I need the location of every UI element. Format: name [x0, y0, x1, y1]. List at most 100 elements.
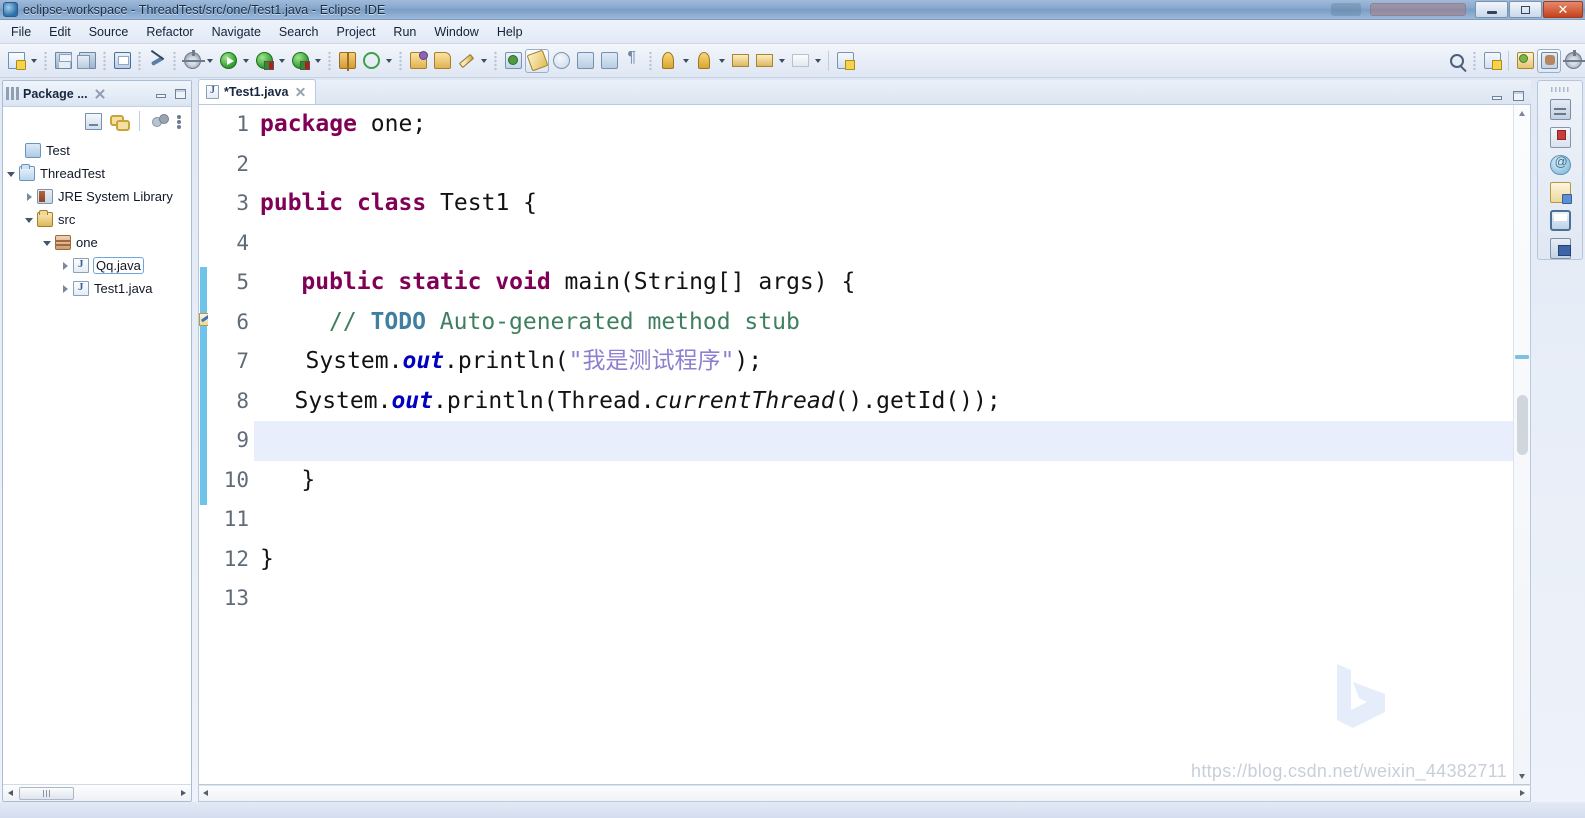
- run-as-button[interactable]: [252, 49, 276, 73]
- maximize-button[interactable]: [1509, 1, 1542, 18]
- menu-search[interactable]: Search: [270, 22, 328, 42]
- debug-button[interactable]: [180, 49, 205, 73]
- scroll-thumb[interactable]: [19, 786, 74, 800]
- scroll-thumb[interactable]: [1517, 395, 1528, 455]
- maximize-icon[interactable]: [172, 87, 188, 101]
- tab-test1-java[interactable]: *Test1.java: [198, 79, 317, 104]
- focus-on-active-task-icon[interactable]: [152, 113, 169, 130]
- code-line[interactable]: }: [260, 540, 1513, 580]
- tree-item-threadtest[interactable]: ThreadTest: [3, 162, 191, 185]
- scroll-left-icon[interactable]: [4, 787, 17, 800]
- edit-button[interactable]: [454, 49, 478, 73]
- close-icon[interactable]: [93, 87, 107, 101]
- tree-item-test[interactable]: Test: [3, 139, 191, 162]
- code-line[interactable]: package one;: [260, 105, 1513, 145]
- previous-annotation-button[interactable]: [621, 49, 645, 73]
- code-line[interactable]: System.out.println(Thread.currentThread(…: [260, 382, 1513, 422]
- open-resource-button[interactable]: [430, 49, 454, 73]
- tree-item-qq-java[interactable]: Qq.java: [3, 254, 191, 277]
- open-task-button[interactable]: [573, 49, 597, 73]
- next-member-dropdown[interactable]: [716, 49, 728, 73]
- new-package-button[interactable]: [406, 49, 430, 73]
- code-line[interactable]: [260, 421, 1513, 461]
- javadoc-view-icon[interactable]: [1549, 154, 1571, 176]
- code-line[interactable]: System.out.println("我是测试程序");: [260, 342, 1513, 382]
- forward-dropdown[interactable]: [812, 49, 824, 73]
- code-line[interactable]: [260, 145, 1513, 185]
- maximize-icon[interactable]: [1510, 89, 1527, 104]
- refresh-dropdown[interactable]: [383, 49, 395, 73]
- search-button[interactable]: [1445, 49, 1469, 73]
- twisty-closed-icon[interactable]: [59, 259, 72, 272]
- minimize-icon[interactable]: [153, 87, 169, 101]
- code-line[interactable]: public static void main(String[] args) {: [260, 263, 1513, 303]
- save-button[interactable]: [51, 49, 75, 73]
- close-icon[interactable]: [294, 86, 307, 99]
- code-area[interactable]: package one; public class Test1 { public…: [254, 105, 1513, 784]
- scroll-track[interactable]: [17, 786, 177, 800]
- twisty-open-icon[interactable]: [23, 213, 36, 226]
- external-tools-button[interactable]: [335, 49, 359, 73]
- code-line[interactable]: [260, 224, 1513, 264]
- back-dropdown[interactable]: [776, 49, 788, 73]
- run-dropdown[interactable]: [240, 49, 252, 73]
- minimize-icon[interactable]: [1489, 89, 1506, 104]
- twisty-open-icon[interactable]: [41, 236, 54, 249]
- menu-run[interactable]: Run: [384, 22, 425, 42]
- save-all-button[interactable]: [75, 49, 99, 73]
- editor-vertical-scrollbar[interactable]: [1513, 105, 1530, 784]
- twisty-closed-icon[interactable]: [23, 190, 36, 203]
- refresh-button[interactable]: [359, 49, 383, 73]
- next-member-button[interactable]: [692, 49, 716, 73]
- menu-source[interactable]: Source: [80, 22, 138, 42]
- rail-drag-handle[interactable]: [1551, 87, 1569, 92]
- code-line[interactable]: }: [260, 461, 1513, 501]
- open-perspective-button[interactable]: [833, 49, 857, 73]
- close-button[interactable]: ✕: [1543, 1, 1583, 18]
- back-history-button[interactable]: [752, 49, 776, 73]
- code-line[interactable]: [260, 500, 1513, 540]
- collapse-all-icon[interactable]: [85, 112, 102, 130]
- new-class-button[interactable]: [501, 49, 525, 73]
- link-with-editor-icon[interactable]: [110, 113, 130, 131]
- back-button[interactable]: [728, 49, 752, 73]
- debug-as-button[interactable]: [288, 49, 312, 73]
- tree-item-test1-java[interactable]: Test1.java: [3, 277, 191, 300]
- last-edit-dropdown[interactable]: [680, 49, 692, 73]
- perspective-extra-button[interactable]: [1561, 49, 1585, 73]
- servers-view-icon[interactable]: [1549, 238, 1571, 260]
- new-file-dropdown[interactable]: [28, 49, 40, 73]
- perspective-debug-button[interactable]: [1537, 48, 1561, 73]
- menu-edit[interactable]: Edit: [40, 22, 80, 42]
- editor-horizontal-scrollbar[interactable]: [198, 785, 1531, 802]
- scroll-up-icon[interactable]: [1514, 105, 1531, 120]
- scroll-right-icon[interactable]: [177, 787, 190, 800]
- toggle-mark-occurrences-button[interactable]: [525, 48, 549, 73]
- code-line[interactable]: // TODO Auto-generated method stub: [260, 303, 1513, 343]
- print-button[interactable]: [110, 49, 134, 73]
- code-line[interactable]: [260, 579, 1513, 619]
- menu-refactor[interactable]: Refactor: [137, 22, 202, 42]
- open-type-button[interactable]: [549, 49, 573, 73]
- scroll-right-icon[interactable]: [1516, 787, 1530, 801]
- last-edit-location-button[interactable]: [656, 49, 680, 73]
- task-list-icon[interactable]: [1549, 126, 1571, 148]
- debug-as-dropdown[interactable]: [312, 49, 324, 73]
- debug-dropdown[interactable]: [204, 49, 216, 73]
- scroll-left-icon[interactable]: [199, 787, 213, 801]
- skip-breakpoints-button[interactable]: [145, 49, 169, 73]
- edit-dropdown[interactable]: [478, 49, 490, 73]
- menu-window[interactable]: Window: [425, 22, 487, 42]
- code-line[interactable]: public class Test1 {: [260, 184, 1513, 224]
- twisty-open-icon[interactable]: [5, 167, 18, 180]
- twisty-closed-icon[interactable]: [59, 282, 72, 295]
- menu-project[interactable]: Project: [328, 22, 385, 42]
- menu-navigate[interactable]: Navigate: [203, 22, 270, 42]
- minimize-button[interactable]: [1475, 1, 1508, 18]
- new-file-button[interactable]: [4, 49, 28, 73]
- console-view-icon[interactable]: [1549, 210, 1571, 232]
- package-explorer-tab-label[interactable]: Package ...: [23, 87, 88, 101]
- run-as-dropdown[interactable]: [276, 49, 288, 73]
- menu-file[interactable]: File: [2, 22, 40, 42]
- tree-item-src[interactable]: src: [3, 208, 191, 231]
